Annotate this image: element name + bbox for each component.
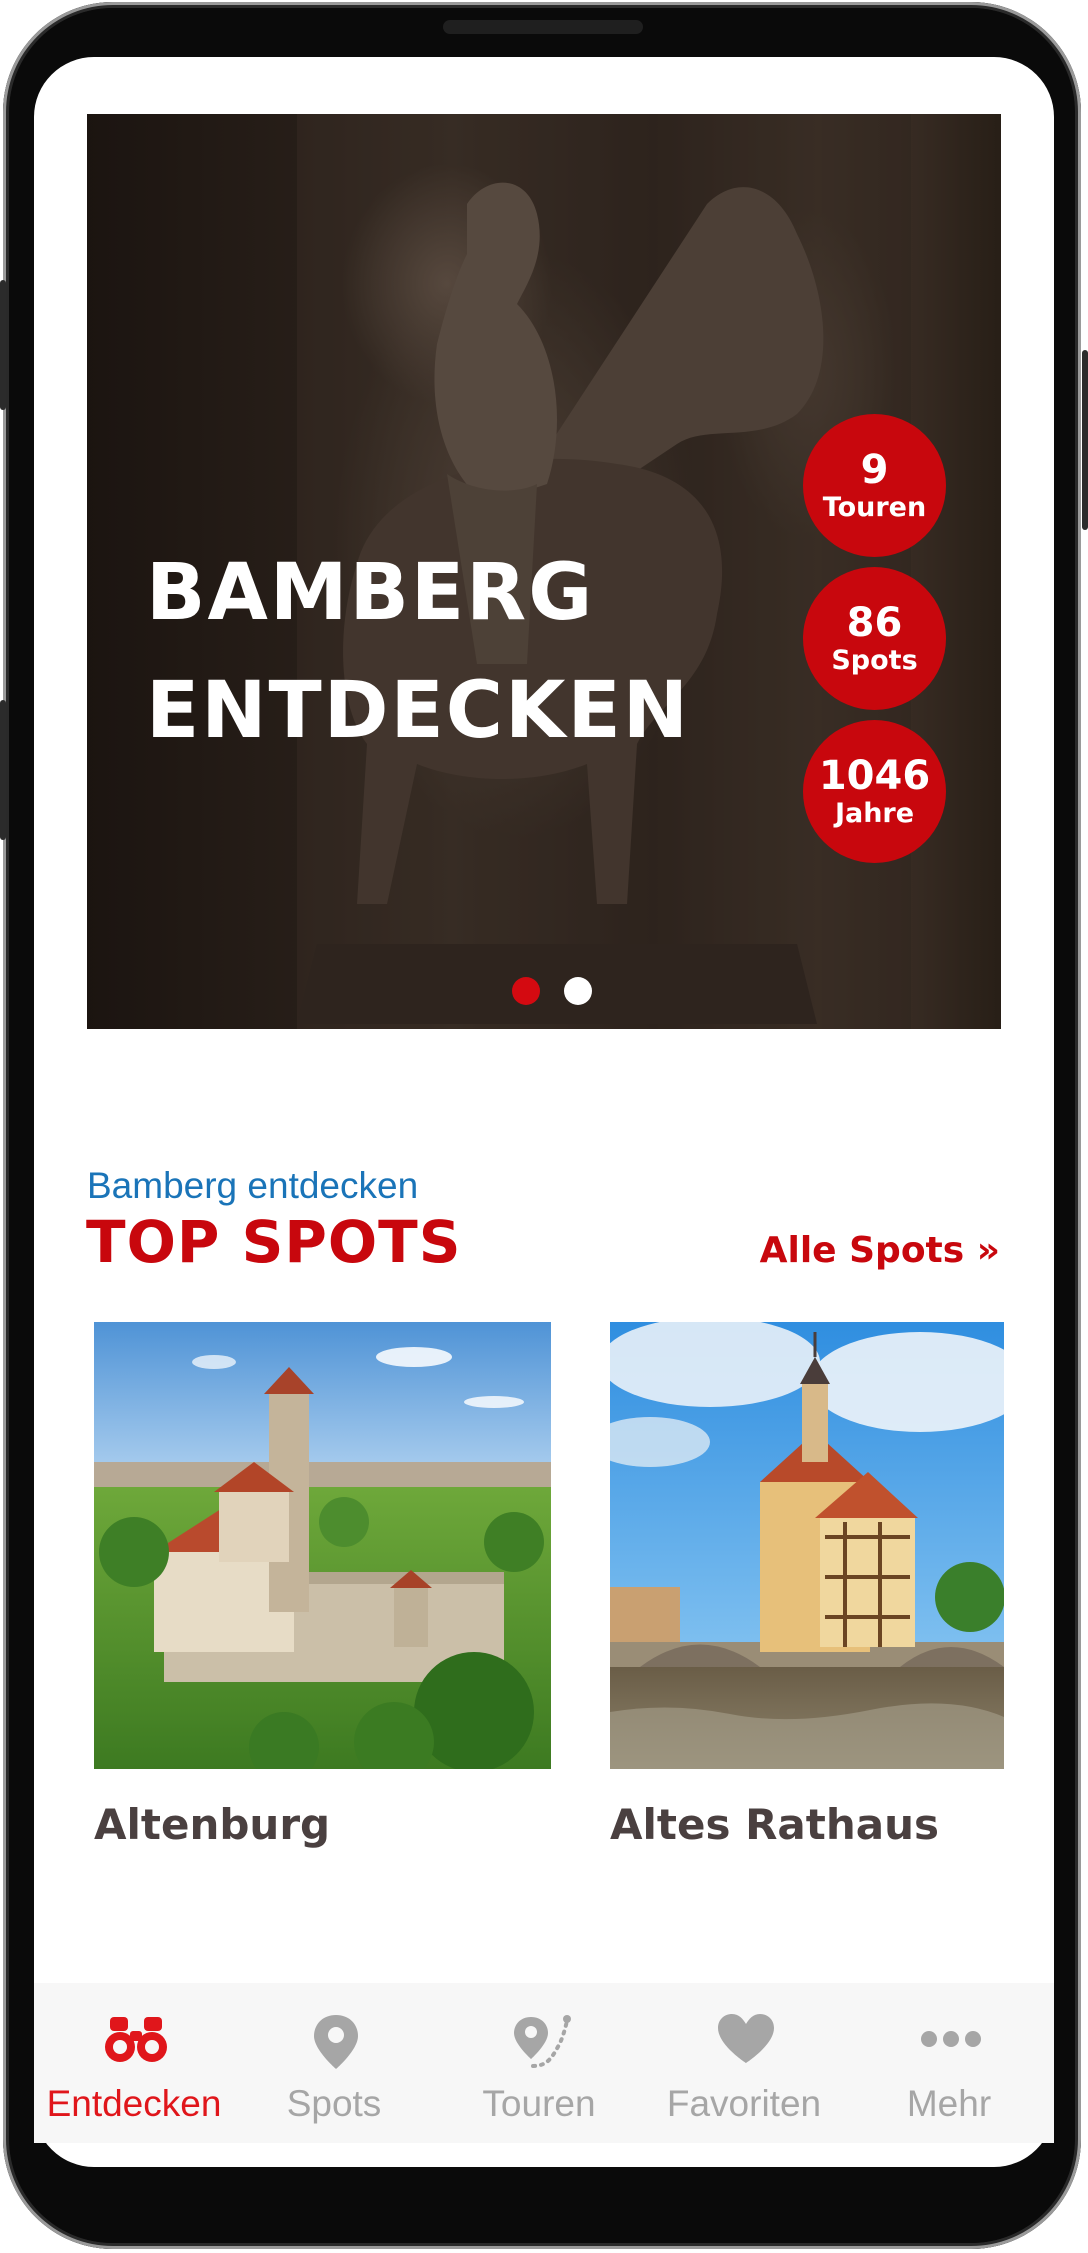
stat-value: 86 (846, 599, 903, 646)
stat-value: 9 (860, 446, 889, 493)
nav-item-entdecken[interactable]: Entdecken (34, 1983, 234, 2143)
nav-item-mehr[interactable]: Mehr (849, 1983, 1049, 2143)
nav-label: Entdecken (46, 2083, 222, 2124)
bottom-navigation: Entdecken Spots Touren Favoriten Mehr (34, 1983, 1054, 2143)
volume-button (0, 280, 6, 410)
stat-badge-spots: 86 Spots (803, 567, 946, 710)
section-kicker: Bamberg entdecken (87, 1165, 419, 1206)
stat-label: Spots (831, 644, 918, 676)
spot-image-altenburg[interactable] (94, 1322, 551, 1769)
power-button (0, 700, 6, 840)
screen: BAMBERG ENTDECKEN 9 Touren 86 Spots 1046… (34, 57, 1054, 2167)
route-icon (514, 2015, 571, 2068)
binoculars-icon (105, 2017, 167, 2062)
more-dots-icon (921, 2031, 981, 2047)
nav-label: Spots (286, 2083, 382, 2124)
spot-image-altes-rathaus[interactable] (610, 1322, 1004, 1769)
nav-label: Mehr (906, 2083, 992, 2124)
section-title: TOP SPOTS (86, 1208, 462, 1276)
map-pin-icon (314, 2015, 358, 2069)
side-button (1082, 350, 1088, 530)
hero-title-line2: ENTDECKEN (146, 666, 691, 756)
hero-carousel[interactable]: BAMBERG ENTDECKEN 9 Touren 86 Spots 1046… (87, 114, 1001, 1029)
nav-label: Favoriten (666, 2083, 822, 2124)
heart-icon (718, 2014, 774, 2063)
spot-title-altes-rathaus[interactable]: Altes Rathaus (610, 1800, 939, 1849)
nav-label: Touren (482, 2083, 596, 2124)
nav-item-touren[interactable]: Touren (439, 1983, 639, 2143)
stat-badge-jahre: 1046 Jahre (803, 720, 946, 863)
hero-title: BAMBERG ENTDECKEN (146, 534, 690, 770)
carousel-dot-1[interactable] (512, 977, 540, 1005)
stat-label: Jahre (834, 797, 915, 829)
stat-badge-touren: 9 Touren (803, 414, 946, 557)
hero-title-line1: BAMBERG (146, 548, 595, 638)
speaker-grille (443, 20, 643, 34)
carousel-dot-2[interactable] (564, 977, 592, 1005)
nav-item-spots[interactable]: Spots (234, 1983, 434, 2143)
all-spots-link[interactable]: Alle Spots » (760, 1230, 1000, 1271)
stat-label: Touren (822, 491, 927, 523)
nav-item-favoriten[interactable]: Favoriten (644, 1983, 844, 2143)
stat-value: 1046 (818, 752, 931, 799)
spot-title-altenburg[interactable]: Altenburg (94, 1800, 330, 1849)
